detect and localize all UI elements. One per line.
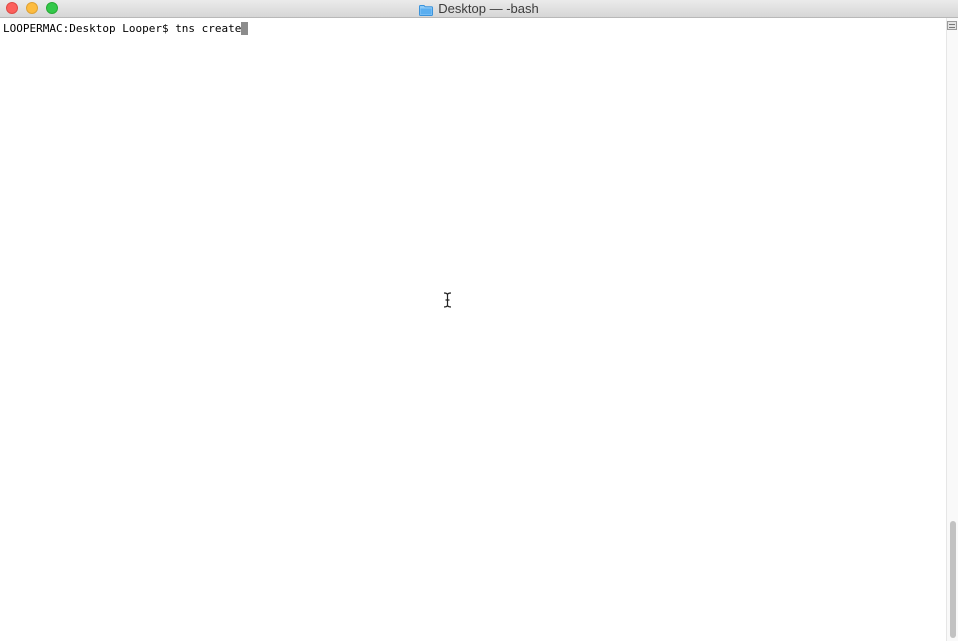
terminal-window: Desktop — -bash LOOPERMAC:Desktop Looper… xyxy=(0,0,958,641)
scrollbar-thumb[interactable] xyxy=(950,521,956,638)
split-pane-button[interactable] xyxy=(947,21,957,30)
typed-command: tns create xyxy=(175,22,242,35)
window-title: Desktop — -bash xyxy=(438,1,539,16)
i-beam-cursor-icon xyxy=(443,292,452,308)
title-bar[interactable]: Desktop — -bash xyxy=(0,0,958,18)
command-line: LOOPERMAC:Desktop Looper$ tns create xyxy=(3,22,249,35)
shell-prompt: LOOPERMAC:Desktop Looper$ xyxy=(3,22,176,35)
terminal-content[interactable]: LOOPERMAC:Desktop Looper$ tns create xyxy=(0,18,946,641)
vertical-scrollbar[interactable] xyxy=(946,18,958,641)
folder-icon xyxy=(419,3,434,16)
minimize-button[interactable] xyxy=(26,2,38,14)
text-cursor xyxy=(241,22,249,35)
close-button[interactable] xyxy=(6,2,18,14)
window-title-group: Desktop — -bash xyxy=(0,0,958,17)
zoom-button[interactable] xyxy=(46,2,58,14)
